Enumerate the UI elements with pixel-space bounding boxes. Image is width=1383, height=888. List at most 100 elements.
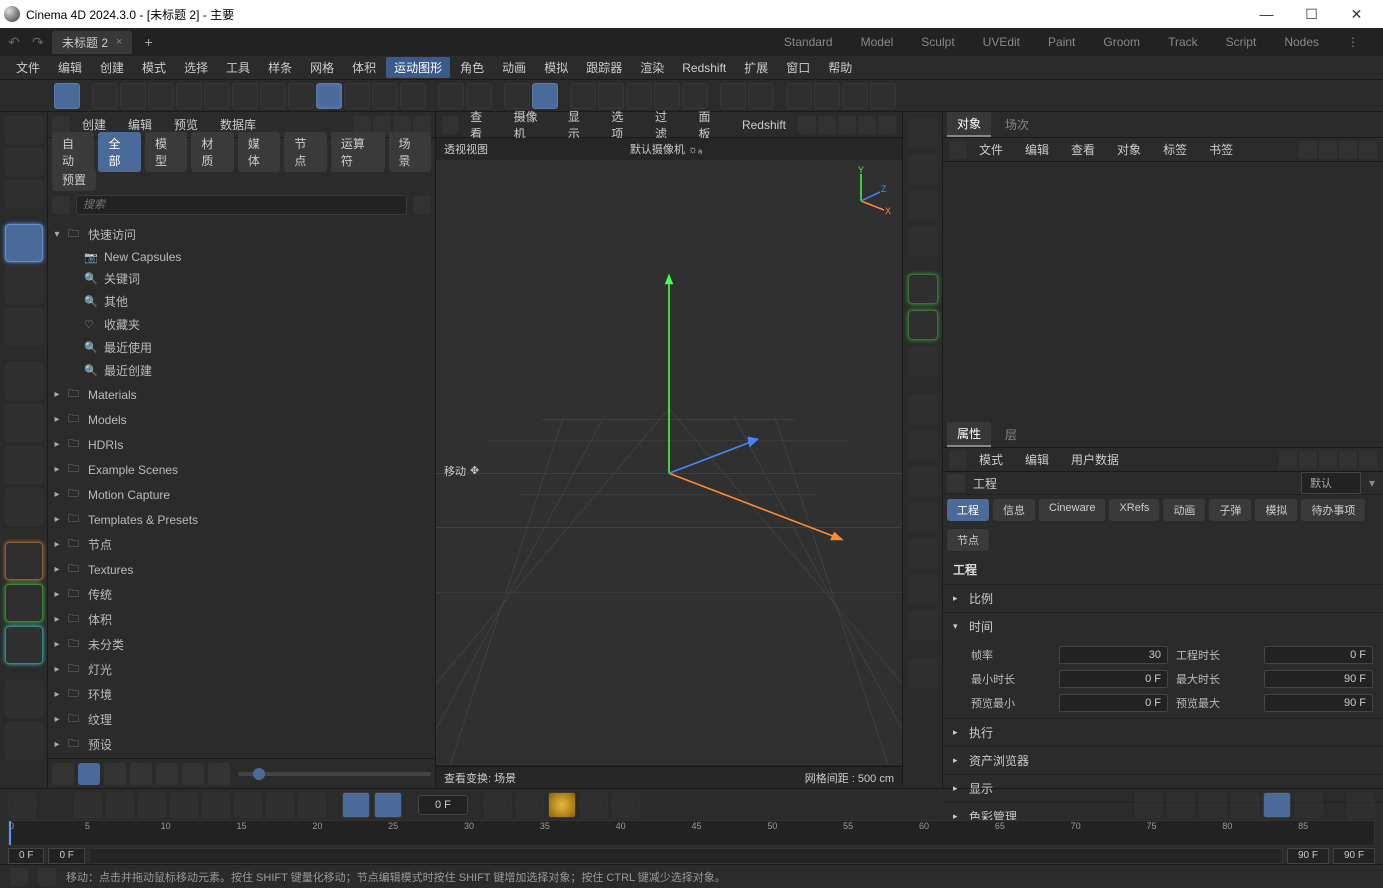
tool-icon[interactable] xyxy=(260,83,286,109)
obj-icon[interactable] xyxy=(1299,141,1317,159)
tree-item[interactable]: ▸🗀体积 xyxy=(48,607,435,632)
group-scale[interactable]: ▸比例 xyxy=(943,584,1383,612)
tl-prev-key-icon[interactable] xyxy=(106,792,134,818)
asset-search-input[interactable] xyxy=(76,195,407,215)
menu-mode[interactable]: 模式 xyxy=(134,57,174,78)
search-tool-icon[interactable] xyxy=(5,116,43,144)
tl-keyframe-icon[interactable] xyxy=(548,792,576,818)
tree-item[interactable]: 🔍最近使用 xyxy=(48,336,435,359)
live-selection-icon[interactable] xyxy=(5,180,43,208)
tl-icon[interactable] xyxy=(1167,792,1195,818)
attr-tab-sim[interactable]: 模拟 xyxy=(1255,499,1297,521)
obj-menu-tags[interactable]: 标签 xyxy=(1153,138,1197,161)
tl-goto-start-icon[interactable] xyxy=(74,792,102,818)
tl-icon[interactable] xyxy=(1231,792,1259,818)
rtool-icon[interactable] xyxy=(908,610,938,640)
menu-edit[interactable]: 编辑 xyxy=(50,57,90,78)
rtool-icon[interactable] xyxy=(908,310,938,340)
tool-icon[interactable] xyxy=(5,488,43,526)
tool-icon[interactable] xyxy=(814,83,840,109)
rtool-icon[interactable] xyxy=(908,118,938,148)
attr-panel-icon[interactable] xyxy=(949,451,967,469)
tool-icon[interactable] xyxy=(748,83,774,109)
range-bar[interactable] xyxy=(89,848,1283,864)
attr-tab-anim[interactable]: 动画 xyxy=(1163,499,1205,521)
obj-menu-file[interactable]: 文件 xyxy=(969,138,1013,161)
tool-icon[interactable] xyxy=(400,83,426,109)
tree-item[interactable]: ▸🗀未分类 xyxy=(48,632,435,657)
vp-panel-icon[interactable] xyxy=(442,116,458,134)
obj-menu-objects[interactable]: 对象 xyxy=(1107,138,1151,161)
layout-standard[interactable]: Standard xyxy=(784,35,833,49)
tl-icon[interactable] xyxy=(580,792,608,818)
tl-autokey-icon[interactable] xyxy=(516,792,544,818)
vp-nav-icon[interactable] xyxy=(858,116,876,134)
vp-menu-redshift[interactable]: Redshift xyxy=(732,115,796,135)
tl-prev-frame-icon[interactable] xyxy=(138,792,166,818)
tool-icon[interactable] xyxy=(204,83,230,109)
tool-icon[interactable] xyxy=(148,83,174,109)
nav-back-icon[interactable] xyxy=(353,116,371,134)
tree-item[interactable]: ▸🗀节点 xyxy=(48,532,435,557)
layout-menu-icon[interactable]: ⋮ xyxy=(1347,35,1359,49)
redo-button[interactable]: ↷ xyxy=(28,32,48,52)
tl-record-icon[interactable] xyxy=(484,792,512,818)
tool-icon[interactable] xyxy=(842,83,868,109)
attr-nav-icon[interactable] xyxy=(1319,451,1337,469)
axis-x-icon[interactable] xyxy=(5,542,43,580)
tree-item[interactable]: ▸🗀Templates & Presets xyxy=(48,507,435,532)
attr-tab-todo[interactable]: 待办事项 xyxy=(1301,499,1365,521)
tool-icon[interactable] xyxy=(466,83,492,109)
object-tree[interactable] xyxy=(943,162,1383,422)
rtool-icon[interactable] xyxy=(908,274,938,304)
tab-close-icon[interactable]: × xyxy=(116,36,122,48)
render-mode-select[interactable]: 默认 xyxy=(1301,472,1361,494)
rtool-icon[interactable] xyxy=(908,154,938,184)
rtool-icon[interactable] xyxy=(908,658,938,688)
param-maxlen-input[interactable]: 90 F xyxy=(1264,670,1373,688)
tl-sound-icon[interactable] xyxy=(374,792,402,818)
menu-mograph[interactable]: 运动图形 xyxy=(386,57,450,78)
nav-more-icon[interactable] xyxy=(413,116,431,134)
tree-item[interactable]: ▸🗀环境 xyxy=(48,682,435,707)
tree-item[interactable]: ▸🗀传统 xyxy=(48,582,435,607)
layout-script[interactable]: Script xyxy=(1226,35,1257,49)
tree-item[interactable]: 🔍其他 xyxy=(48,290,435,313)
attr-tab-bullet[interactable]: 子弹 xyxy=(1209,499,1251,521)
attr-nav-icon[interactable] xyxy=(1339,451,1357,469)
obj-menu-view[interactable]: 查看 xyxy=(1061,138,1105,161)
obj-panel-icon[interactable] xyxy=(949,141,967,159)
tool-icon[interactable] xyxy=(626,83,652,109)
tool-icon[interactable] xyxy=(570,83,596,109)
tab-add-button[interactable]: + xyxy=(136,34,160,50)
menu-mesh[interactable]: 网格 xyxy=(302,57,342,78)
viewport-axis-gizmo[interactable]: Y X Z xyxy=(846,166,896,216)
nav-up-icon[interactable] xyxy=(393,116,411,134)
tl-play-fwd-icon[interactable] xyxy=(202,792,230,818)
view-icon[interactable] xyxy=(104,763,126,785)
tl-icon[interactable] xyxy=(8,792,36,818)
vp-nav-icon[interactable] xyxy=(838,116,856,134)
tl-current-frame[interactable]: 0 F xyxy=(418,795,468,815)
layout-model[interactable]: Model xyxy=(861,35,894,49)
view-icon[interactable] xyxy=(208,763,230,785)
menu-file[interactable]: 文件 xyxy=(8,57,48,78)
param-pmax-input[interactable]: 90 F xyxy=(1264,694,1373,712)
group-execute[interactable]: ▸执行 xyxy=(943,718,1383,746)
tl-icon[interactable] xyxy=(1263,792,1291,818)
viewport-3d[interactable]: Y X Z 移动 ✥ xyxy=(436,160,902,766)
view-icon[interactable] xyxy=(52,763,74,785)
tree-item[interactable]: ▸🗀Example Scenes xyxy=(48,457,435,482)
tool-icon[interactable] xyxy=(5,404,43,442)
axis-z-icon[interactable] xyxy=(5,626,43,664)
tool-icon[interactable] xyxy=(786,83,812,109)
tool-icon[interactable] xyxy=(5,446,43,484)
tool-icon[interactable] xyxy=(598,83,624,109)
attr-menu-edit[interactable]: 编辑 xyxy=(1015,448,1059,471)
menu-help[interactable]: 帮助 xyxy=(820,57,860,78)
obj-menu-edit[interactable]: 编辑 xyxy=(1015,138,1059,161)
move-tool-icon[interactable] xyxy=(5,224,43,262)
tool-icon[interactable] xyxy=(232,83,258,109)
rtool-icon[interactable] xyxy=(908,346,938,376)
param-minlen-input[interactable]: 0 F xyxy=(1059,670,1168,688)
